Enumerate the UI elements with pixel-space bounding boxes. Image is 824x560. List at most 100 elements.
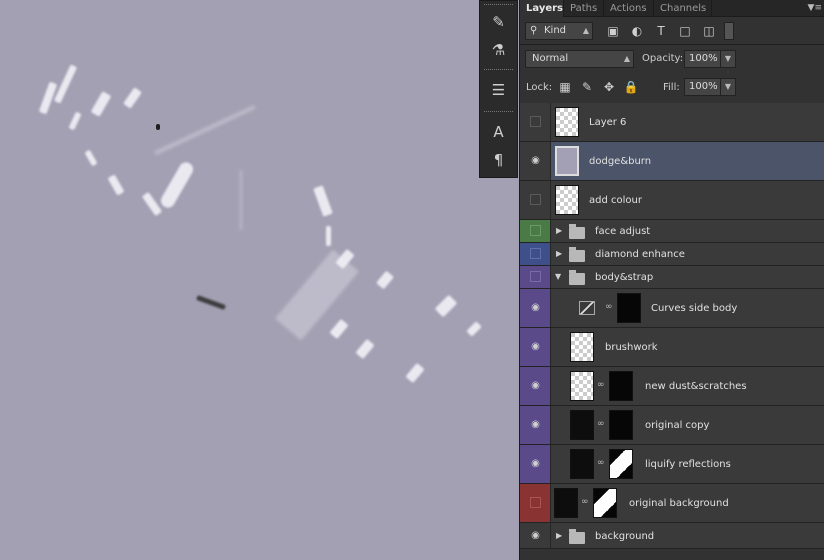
- eye-icon: ◉: [531, 155, 540, 166]
- link-icon[interactable]: ∞: [597, 458, 605, 468]
- eye-icon: ◉: [531, 530, 540, 541]
- layer-visibility-toggle[interactable]: [520, 220, 551, 242]
- link-icon[interactable]: ∞: [597, 419, 605, 429]
- adjustment-layer-filter-icon[interactable]: ◐: [628, 22, 646, 40]
- chevron-right-icon[interactable]: ▶: [556, 226, 562, 235]
- chevron-down-icon[interactable]: ▼: [720, 79, 735, 95]
- blend-mode-dropdown[interactable]: Normal ▲: [525, 50, 634, 68]
- layer-row-selected[interactable]: ◉ dodge&burn: [520, 142, 824, 181]
- canvas-highlight: [240, 170, 242, 230]
- layer-visibility-toggle[interactable]: ◉: [520, 445, 551, 483]
- layer-visibility-toggle[interactable]: [520, 181, 551, 219]
- panel-menu-icon[interactable]: ▼≡: [808, 3, 822, 13]
- layer-group-row[interactable]: ▼ body&strap: [520, 266, 824, 289]
- layer-row[interactable]: add colour: [520, 181, 824, 220]
- shape-layer-filter-icon[interactable]: □: [676, 22, 694, 40]
- canvas-highlight: [53, 64, 78, 104]
- tab-paths[interactable]: Paths: [564, 0, 604, 17]
- layer-name[interactable]: liquify reflections: [645, 459, 731, 470]
- chevron-right-icon[interactable]: ▶: [556, 531, 562, 540]
- layer-name[interactable]: new dust&scratches: [645, 381, 747, 392]
- layer-group-row[interactable]: ▶ diamond enhance: [520, 243, 824, 266]
- chevron-right-icon[interactable]: ▶: [556, 249, 562, 258]
- layer-visibility-toggle[interactable]: ◉: [520, 367, 551, 405]
- layer-row[interactable]: ∞ original background: [520, 484, 824, 523]
- eye-icon: ◉: [531, 341, 540, 352]
- lock-image-pixels-icon[interactable]: ✎: [578, 78, 596, 96]
- opacity-input[interactable]: 100% ▼: [684, 50, 736, 68]
- layer-row[interactable]: ◉ ∞ liquify reflections: [520, 445, 824, 484]
- layer-mask-thumbnail[interactable]: [609, 371, 633, 401]
- history-icon[interactable]: ☰: [480, 77, 517, 103]
- layer-visibility-toggle[interactable]: ◉: [520, 289, 551, 327]
- fill-value: 100%: [689, 81, 718, 92]
- layer-name[interactable]: background: [595, 531, 654, 542]
- canvas-highlight: [313, 185, 333, 217]
- canvas-mark: [156, 124, 160, 130]
- layer-mask-thumbnail[interactable]: [609, 410, 633, 440]
- canvas-shadow: [196, 295, 226, 310]
- link-icon[interactable]: ∞: [597, 380, 605, 390]
- layer-mask-thumbnail[interactable]: [609, 449, 633, 479]
- lock-transparent-pixels-icon[interactable]: ▦: [556, 78, 574, 96]
- layer-thumbnail: [570, 332, 594, 362]
- layer-group-row[interactable]: ◉ ▶ background: [520, 523, 824, 549]
- tool-strip-separator: [484, 69, 513, 71]
- type-layer-filter-icon[interactable]: T: [652, 22, 670, 40]
- layer-name[interactable]: Curves side body: [651, 303, 737, 314]
- layer-mask-thumbnail[interactable]: [593, 488, 617, 518]
- layer-mask-thumbnail[interactable]: [617, 293, 641, 323]
- tab-actions[interactable]: Actions: [604, 0, 654, 17]
- chevron-down-icon[interactable]: ▼: [720, 51, 735, 67]
- filter-kind-dropdown[interactable]: ⚲ Kind ▲: [525, 22, 593, 40]
- layer-visibility-toggle[interactable]: [520, 266, 551, 288]
- layer-group-row[interactable]: ▶ face adjust: [520, 220, 824, 243]
- layer-name[interactable]: original background: [629, 498, 729, 509]
- clone-source-icon[interactable]: ⚗: [480, 37, 517, 63]
- eye-icon: ◉: [531, 302, 540, 313]
- layer-visibility-toggle[interactable]: ◉: [520, 406, 551, 444]
- layer-name[interactable]: original copy: [645, 420, 709, 431]
- fill-input[interactable]: 100% ▼: [684, 78, 736, 96]
- blend-mode-value: Normal: [532, 53, 569, 64]
- layer-row[interactable]: ◉ ∞ original copy: [520, 406, 824, 445]
- filter-toggle-switch[interactable]: [724, 22, 734, 40]
- layer-visibility-toggle[interactable]: [520, 243, 551, 265]
- layer-name[interactable]: dodge&burn: [589, 156, 651, 167]
- layer-thumbnail: [554, 488, 578, 518]
- layer-name[interactable]: Layer 6: [589, 117, 626, 128]
- layer-visibility-toggle[interactable]: [520, 103, 551, 141]
- lock-all-icon[interactable]: 🔒: [622, 78, 640, 96]
- eye-icon: ◉: [531, 458, 540, 469]
- layer-row[interactable]: Layer 6: [520, 103, 824, 142]
- document-canvas[interactable]: [0, 0, 520, 560]
- search-icon: ⚲: [530, 25, 538, 36]
- layer-visibility-toggle[interactable]: ◉: [520, 523, 551, 548]
- layer-name[interactable]: diamond enhance: [595, 249, 685, 260]
- panel-divider: [520, 44, 824, 45]
- tab-channels[interactable]: Channels: [654, 0, 712, 17]
- brush-presets-icon[interactable]: ✎: [480, 9, 517, 35]
- layer-row[interactable]: ◉ brushwork: [520, 328, 824, 367]
- link-icon[interactable]: ∞: [581, 497, 589, 507]
- paragraph-icon[interactable]: ¶: [480, 147, 517, 173]
- layer-visibility-toggle[interactable]: ◉: [520, 328, 551, 366]
- lock-position-icon[interactable]: ✥: [600, 78, 618, 96]
- layer-row[interactable]: ◉ ∞ Curves side body: [520, 289, 824, 328]
- link-icon[interactable]: ∞: [605, 302, 613, 312]
- layer-name[interactable]: brushwork: [605, 342, 658, 353]
- smart-object-filter-icon[interactable]: ◫: [700, 22, 718, 40]
- filter-kind-label: Kind: [544, 25, 567, 36]
- layer-name[interactable]: add colour: [589, 195, 642, 206]
- layer-name[interactable]: face adjust: [595, 226, 650, 237]
- pixel-layer-filter-icon[interactable]: ▣: [604, 22, 622, 40]
- folder-icon: [569, 224, 585, 239]
- canvas-highlight: [123, 87, 142, 109]
- layer-row[interactable]: ◉ ∞ new dust&scratches: [520, 367, 824, 406]
- chevron-down-icon[interactable]: ▼: [555, 272, 561, 281]
- character-icon[interactable]: A: [480, 119, 517, 145]
- layer-visibility-toggle[interactable]: ◉: [520, 142, 551, 180]
- layer-visibility-toggle[interactable]: [520, 484, 551, 522]
- tab-layers[interactable]: Layers: [520, 0, 564, 17]
- layer-name[interactable]: body&strap: [595, 272, 653, 283]
